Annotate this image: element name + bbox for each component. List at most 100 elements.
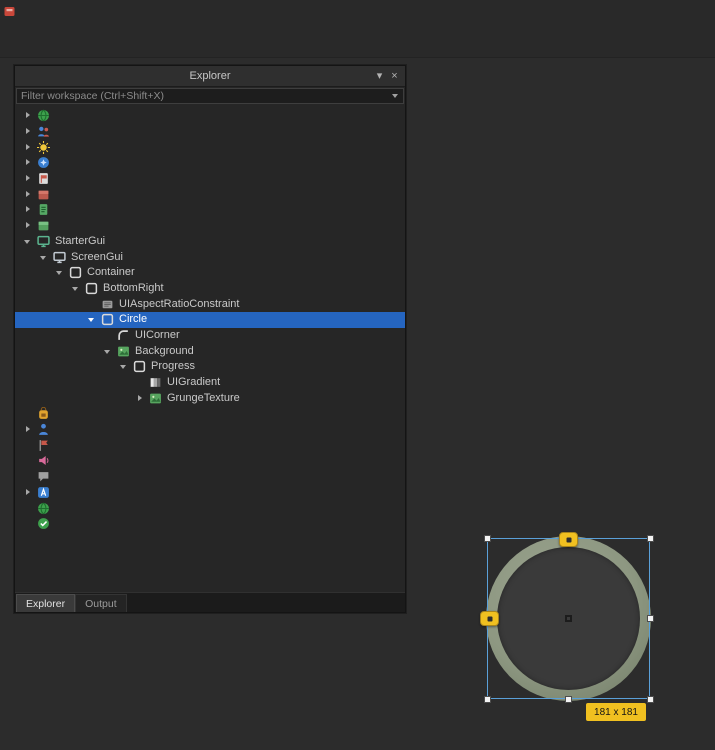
speaker-icon: [37, 454, 50, 467]
tree-item[interactable]: [15, 469, 405, 485]
blue-sphere-icon: [37, 156, 50, 169]
red-box-icon: [37, 188, 50, 201]
tree-item[interactable]: [15, 437, 405, 453]
tree-item[interactable]: [15, 500, 405, 516]
tab-label: Explorer: [26, 597, 66, 610]
arrow-spacer: [133, 375, 148, 390]
expand-arrow-icon[interactable]: [21, 218, 36, 233]
tree-item[interactable]: [15, 155, 405, 171]
flag-icon: [37, 439, 50, 452]
collapse-arrow-icon[interactable]: [21, 234, 36, 249]
tree-item-screengui[interactable]: ScreenGui: [15, 249, 405, 265]
tree-item-startergui[interactable]: StarterGui: [15, 234, 405, 250]
tree-item-label: StarterGui: [55, 234, 106, 247]
tree-item-label: Background: [135, 344, 194, 357]
tree-item-container[interactable]: Container: [15, 265, 405, 281]
explorer-titlebar[interactable]: Explorer ▾ ×: [15, 66, 405, 87]
collapse-arrow-icon[interactable]: [101, 344, 116, 359]
expand-arrow-icon[interactable]: [133, 391, 148, 406]
sun-icon: [37, 141, 50, 154]
tree-item[interactable]: [15, 218, 405, 234]
tree-item[interactable]: [15, 202, 405, 218]
tree-item-label: Circle: [119, 313, 148, 326]
filter-box: [16, 88, 404, 104]
tab-label: Output: [85, 597, 117, 610]
expand-arrow-icon[interactable]: [21, 202, 36, 217]
drag-handle-left-yellow[interactable]: [480, 611, 499, 626]
panel-tabbar: Explorer Output: [15, 592, 405, 612]
resize-handle-right[interactable]: [647, 615, 654, 622]
expand-arrow-icon[interactable]: [21, 171, 36, 186]
tree-item[interactable]: [15, 453, 405, 469]
tree-item-progress[interactable]: Progress: [15, 359, 405, 375]
tab-explorer[interactable]: Explorer: [16, 594, 76, 612]
frame-icon: [69, 266, 82, 279]
filter-dropdown-icon[interactable]: [389, 89, 403, 103]
expand-arrow-icon[interactable]: [21, 422, 36, 437]
arrow-spacer: [85, 297, 100, 312]
red-app-icon[interactable]: [4, 6, 15, 17]
frame-icon: [85, 282, 98, 295]
expand-arrow-icon[interactable]: [21, 108, 36, 123]
filter-input[interactable]: [17, 90, 389, 102]
image-icon: [117, 345, 130, 358]
arrow-spacer: [21, 501, 36, 516]
tree-item-uigradient[interactable]: UIGradient: [15, 375, 405, 391]
tree-item-label: Progress: [151, 360, 196, 373]
check-icon: [37, 517, 50, 530]
document-flag-icon: [37, 172, 50, 185]
expand-arrow-icon[interactable]: [21, 155, 36, 170]
tree-item[interactable]: [15, 171, 405, 187]
arrow-spacer: [101, 328, 116, 343]
tree-item-bottomright[interactable]: BottomRight: [15, 281, 405, 297]
person-icon: [37, 423, 50, 436]
gradient-icon: [149, 376, 162, 389]
tree-item-label: UIGradient: [167, 376, 221, 389]
resize-handle-bottom-right[interactable]: [647, 696, 654, 703]
drag-handle-top-yellow[interactable]: [559, 532, 578, 547]
tree-item[interactable]: [15, 108, 405, 124]
tree-item[interactable]: [15, 139, 405, 155]
collapse-arrow-icon[interactable]: [117, 359, 132, 374]
resize-handle-bottom[interactable]: [565, 696, 572, 703]
monitor-icon: [53, 251, 66, 264]
close-icon[interactable]: ×: [387, 66, 402, 86]
collapse-arrow-icon[interactable]: [53, 265, 68, 280]
tree-item[interactable]: [15, 406, 405, 422]
collapse-arrow-icon[interactable]: [85, 312, 100, 327]
explorer-tree: StarterGui ScreenGui Container BottomRig…: [15, 105, 405, 592]
explorer-panel: Explorer ▾ × Filter workspace (Ctrl+Shif…: [14, 65, 406, 613]
tree-item-uiaspectratioconstraint[interactable]: UIAspectRatioConstraint: [15, 296, 405, 312]
letter-a-icon: [37, 486, 50, 499]
chat-icon: [37, 470, 50, 483]
tree-item[interactable]: [15, 485, 405, 501]
backpack-icon: [37, 407, 50, 420]
tree-item[interactable]: [15, 186, 405, 202]
size-badge: 181 x 181: [586, 703, 646, 721]
tree-item-label: UIAspectRatioConstraint: [119, 297, 240, 310]
expand-arrow-icon[interactable]: [21, 140, 36, 155]
arrow-spacer: [21, 516, 36, 531]
expand-arrow-icon[interactable]: [21, 124, 36, 139]
tree-item-label: UICorner: [135, 328, 180, 341]
tree-item-background[interactable]: Background: [15, 343, 405, 359]
tab-output[interactable]: Output: [75, 594, 127, 612]
tree-item-circle-selected[interactable]: Circle: [15, 311, 405, 328]
people-icon: [37, 125, 50, 138]
expand-arrow-icon[interactable]: [21, 187, 36, 202]
chevron-down-icon[interactable]: ▾: [372, 66, 387, 86]
resize-handle-bottom-left[interactable]: [484, 696, 491, 703]
tree-item[interactable]: [15, 124, 405, 140]
resize-handle-top-right[interactable]: [647, 535, 654, 542]
tree-item[interactable]: [15, 422, 405, 438]
expand-arrow-icon[interactable]: [21, 485, 36, 500]
collapse-arrow-icon[interactable]: [69, 281, 84, 296]
green-box-icon: [37, 219, 50, 232]
resize-handle-top-left[interactable]: [484, 535, 491, 542]
anchor-point-indicator[interactable]: [565, 615, 572, 622]
tree-item-grungetexture[interactable]: GrungeTexture: [15, 390, 405, 406]
globe-icon: [37, 109, 50, 122]
tree-item-uicorner[interactable]: UICorner: [15, 328, 405, 344]
tree-item[interactable]: [15, 516, 405, 532]
collapse-arrow-icon[interactable]: [37, 250, 52, 265]
